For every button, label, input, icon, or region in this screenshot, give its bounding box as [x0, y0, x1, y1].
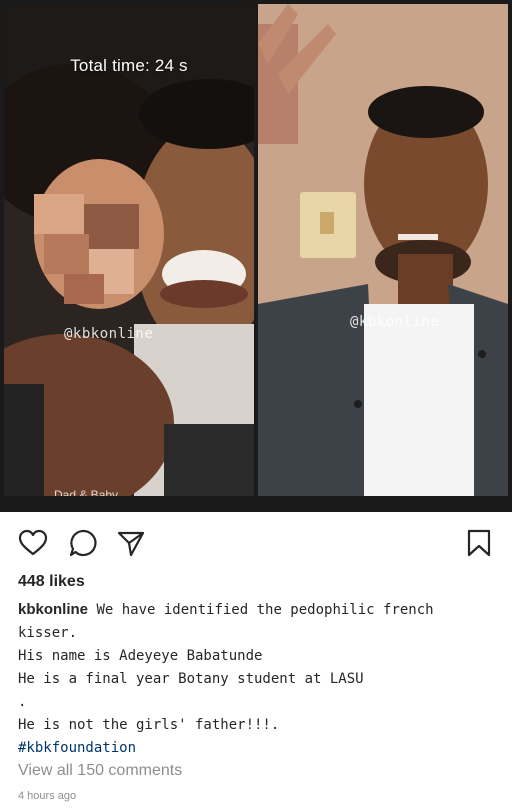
caption-line: He is not the girls' father!!!. [18, 717, 280, 733]
caption-line: . [18, 694, 27, 710]
comment-icon[interactable] [68, 528, 98, 558]
right-photo: @kbkonline [258, 4, 508, 496]
right-photo-art [258, 4, 508, 496]
timer-label: Total time: 24 s [70, 56, 188, 75]
post-timestamp: 4 hours ago [18, 790, 77, 802]
post-actions [0, 528, 512, 562]
share-icon[interactable] [116, 528, 146, 558]
caption-hashtag[interactable]: #kbkfoundation [18, 737, 498, 760]
view-comments-link[interactable]: View all 150 comments [18, 762, 182, 780]
post-caption: kbkonline We have identified the pedophi… [18, 598, 498, 760]
story-caption: Dad & Baby [54, 488, 119, 496]
bookmark-icon[interactable] [464, 528, 494, 558]
caption-line: He is a final year Botany student at LAS… [18, 671, 364, 687]
left-photo-art [4, 4, 254, 496]
likes-count[interactable]: 448 likes [18, 573, 85, 591]
post-photo[interactable]: Total time: 24 s @kbkonline Dad & Baby @… [0, 0, 512, 512]
caption-username[interactable]: kbkonline [18, 601, 88, 618]
heart-icon[interactable] [18, 528, 48, 558]
watermark-left: @kbkonline [64, 326, 154, 342]
caption-line: His name is Adeyeye Babatunde [18, 648, 263, 664]
watermark-right: @kbkonline [350, 314, 440, 330]
caption-line: We have identified the pedophilic french [88, 602, 434, 618]
caption-line: kisser. [18, 625, 78, 641]
left-photo: Total time: 24 s @kbkonline Dad & Baby [4, 4, 254, 496]
